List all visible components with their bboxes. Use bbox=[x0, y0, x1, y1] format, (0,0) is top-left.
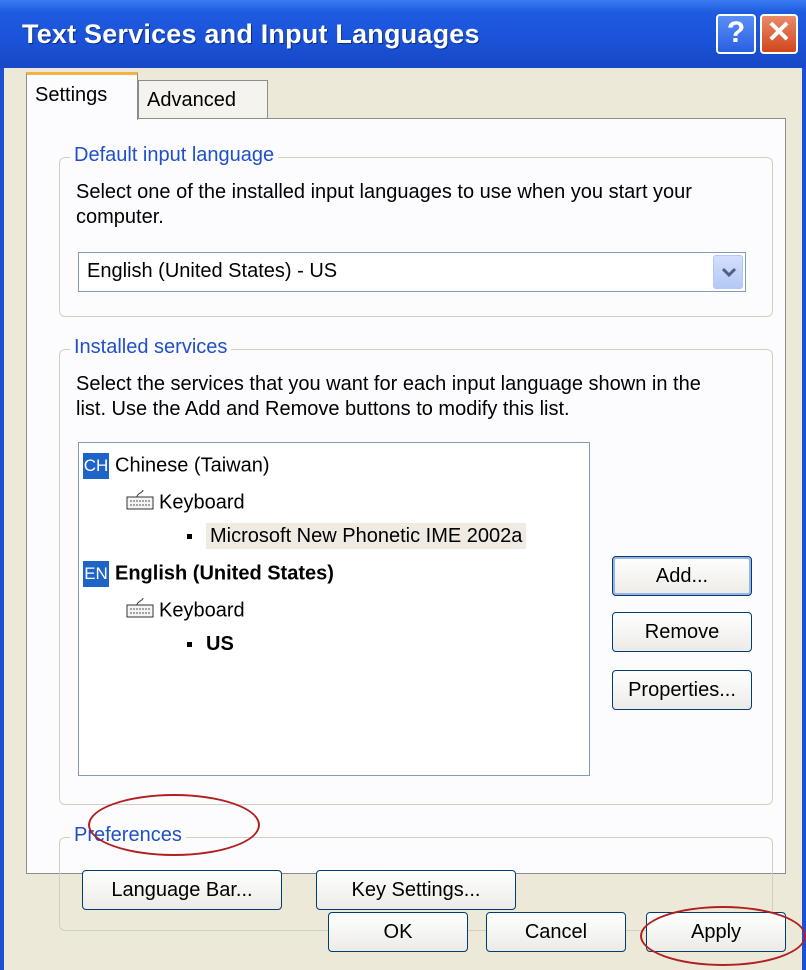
apply-button[interactable]: Apply bbox=[646, 912, 786, 952]
default-language-select[interactable]: English (United States) - US bbox=[78, 252, 746, 292]
tree-item-english[interactable]: EN English (United States) bbox=[83, 561, 334, 587]
dialog-window: Text Services and Input Languages ? ✕ Se… bbox=[0, 0, 806, 970]
default-language-value: English (United States) - US bbox=[87, 260, 338, 282]
tab-advanced[interactable]: Advanced bbox=[138, 80, 268, 120]
window-title: Text Services and Input Languages bbox=[22, 19, 480, 49]
services-tree[interactable]: CH Chinese (Taiwan) Keyboard Microsoft Ne… bbox=[78, 442, 590, 776]
language-badge: CH bbox=[83, 453, 109, 479]
tree-item-chinese-ime[interactable]: Microsoft New Phonetic IME 2002a bbox=[187, 523, 527, 549]
default-input-group: Default input language Select one of the… bbox=[59, 144, 773, 317]
chevron-down-icon[interactable] bbox=[713, 255, 743, 289]
settings-panel: Default input language Select one of the… bbox=[26, 118, 786, 931]
tree-item-english-us[interactable]: US bbox=[187, 633, 234, 656]
tab-settings[interactable]: Settings bbox=[26, 72, 138, 120]
default-input-legend: Default input language bbox=[70, 144, 279, 167]
cancel-button[interactable]: Cancel bbox=[486, 912, 626, 952]
help-icon[interactable]: ? bbox=[716, 14, 756, 54]
tree-item-english-keyboard[interactable]: Keyboard bbox=[125, 597, 245, 625]
title-bar[interactable]: Text Services and Input Languages ? ✕ bbox=[0, 0, 806, 68]
language-bar-button[interactable]: Language Bar... bbox=[82, 870, 282, 910]
bullet-icon bbox=[187, 534, 192, 540]
keyboard-icon bbox=[125, 489, 155, 517]
ok-button[interactable]: OK bbox=[328, 912, 468, 952]
properties-button[interactable]: Properties... bbox=[612, 670, 752, 710]
tree-item-chinese-keyboard[interactable]: Keyboard bbox=[125, 489, 245, 517]
installed-services-description: Select the services that you want for ea… bbox=[76, 373, 701, 420]
installed-services-legend: Installed services bbox=[70, 336, 232, 359]
keyboard-icon bbox=[125, 597, 155, 625]
add-button[interactable]: Add... bbox=[612, 556, 752, 596]
installed-services-group: Installed services Select the services t… bbox=[59, 336, 773, 805]
default-input-description: Select one of the installed input langua… bbox=[76, 181, 692, 228]
close-icon[interactable]: ✕ bbox=[760, 14, 798, 54]
remove-button[interactable]: Remove bbox=[612, 612, 752, 652]
tree-item-chinese[interactable]: CH Chinese (Taiwan) bbox=[83, 453, 270, 479]
dialog-client: Settings Advanced Default input language… bbox=[4, 68, 802, 970]
key-settings-button[interactable]: Key Settings... bbox=[316, 870, 516, 910]
language-badge: EN bbox=[83, 561, 109, 587]
preferences-legend: Preferences bbox=[70, 824, 186, 847]
bullet-icon bbox=[187, 642, 192, 648]
